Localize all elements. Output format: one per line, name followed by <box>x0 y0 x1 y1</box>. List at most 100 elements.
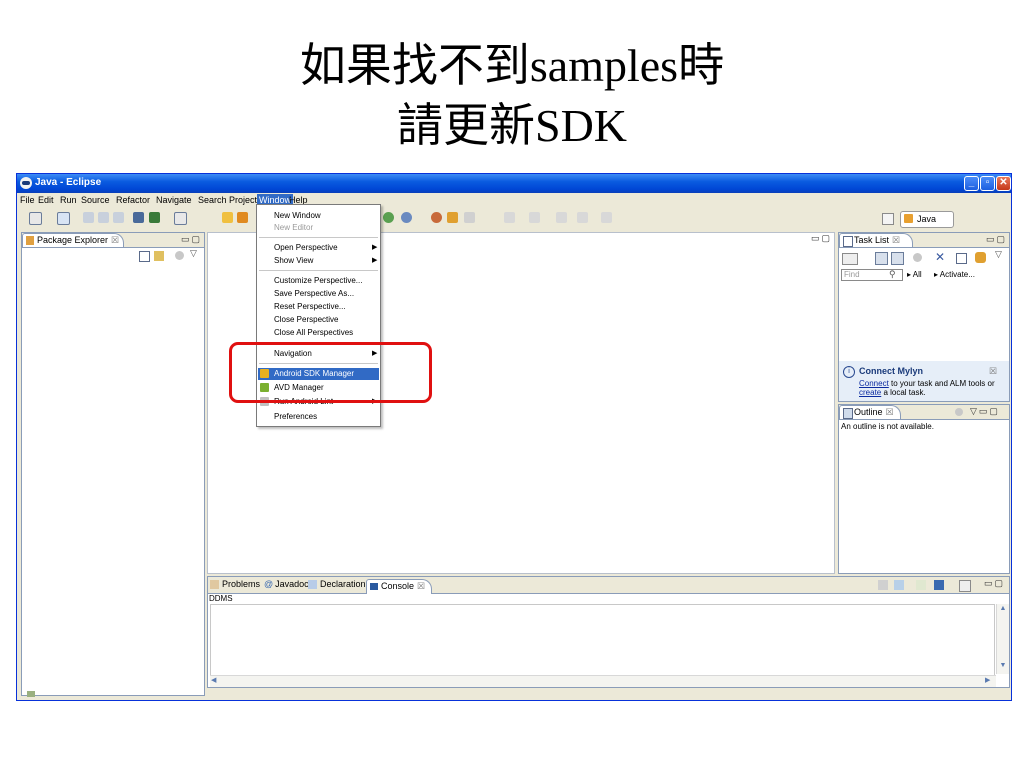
menu-item-customize-perspective[interactable]: Customize Perspective... <box>274 275 362 287</box>
java-perspective-icon <box>904 214 913 223</box>
run-icon[interactable] <box>383 212 394 223</box>
menu-item-close-all-perspectives[interactable]: Close All Perspectives <box>274 327 353 339</box>
new-task-icon[interactable] <box>842 253 858 265</box>
horizontal-scrollbar[interactable]: ◀ ▶ <box>210 675 996 687</box>
pin-console-icon[interactable] <box>916 580 926 590</box>
declaration-label: Declaration <box>320 579 366 589</box>
collapse-all-icon[interactable] <box>956 253 967 264</box>
back-icon[interactable] <box>556 212 567 223</box>
search-icon: ⚲ <box>889 269 896 279</box>
scroll-left-icon[interactable]: ◀ <box>211 676 216 684</box>
clear-console-icon[interactable] <box>878 580 888 590</box>
tab-package-explorer[interactable]: Package Explorer ☒ <box>22 233 124 247</box>
close-tab-icon[interactable]: ☒ <box>417 581 425 591</box>
search-toolbar-icon[interactable] <box>464 212 475 223</box>
open-task-icon[interactable] <box>447 212 458 223</box>
close-tab-icon[interactable]: ☒ <box>892 235 900 245</box>
annotation-icon[interactable] <box>504 212 515 223</box>
java-project-icon[interactable] <box>237 212 248 223</box>
menu-navigate[interactable]: Navigate <box>156 195 192 205</box>
history-icon[interactable] <box>601 212 612 223</box>
tab-task-list[interactable]: Task List ☒ <box>839 233 913 247</box>
menu-item-show-view[interactable]: Show View ▶ <box>274 255 377 267</box>
view-menu-icon[interactable] <box>175 251 184 260</box>
checkbox-icon[interactable] <box>174 212 187 225</box>
scheduled-icon[interactable] <box>891 252 904 265</box>
menu-item-save-perspective[interactable]: Save Perspective As... <box>274 288 354 300</box>
menu-item-new-editor[interactable]: New Editor <box>274 222 313 234</box>
menu-item-reset-perspective[interactable]: Reset Perspective... <box>274 301 346 313</box>
scroll-up-icon[interactable]: ▲ <box>998 605 1008 615</box>
collapse-all-icon[interactable] <box>139 251 150 262</box>
menu-search[interactable]: Search <box>198 195 227 205</box>
open-type-icon[interactable] <box>431 212 442 223</box>
forward-icon[interactable] <box>577 212 588 223</box>
declaration-icon <box>308 580 317 590</box>
create-link[interactable]: create <box>859 388 881 397</box>
new-icon[interactable] <box>29 212 42 225</box>
tab-javadoc[interactable]: @ Javadoc <box>264 579 309 589</box>
link-editor-icon[interactable] <box>154 251 164 261</box>
menu-run[interactable]: Run <box>60 195 77 205</box>
save-all-icon[interactable] <box>98 212 109 223</box>
print-icon[interactable] <box>113 212 124 223</box>
menu-file[interactable]: File <box>20 195 35 205</box>
close-tab-icon[interactable]: ☒ <box>886 407 894 417</box>
tab-problems[interactable]: Problems <box>210 579 260 590</box>
perspective-switcher[interactable]: Java <box>900 211 954 228</box>
tab-console[interactable]: Console ☒ <box>366 579 432 594</box>
view-min-max-icons[interactable]: ▭▢ <box>984 578 1005 589</box>
javadoc-label: Javadoc <box>275 579 309 589</box>
package-explorer-label: Package Explorer <box>37 235 109 245</box>
view-min-max-icons[interactable]: ▽▭▢ <box>970 406 1000 417</box>
menu-source[interactable]: Source <box>81 195 110 205</box>
new-wizard-icon[interactable] <box>57 212 70 225</box>
open-console-icon[interactable] <box>959 580 971 592</box>
editor-min-max-icons[interactable]: ▭▢ <box>811 233 832 244</box>
categorized-icon[interactable] <box>875 252 888 265</box>
maximize-button[interactable]: ▫ <box>980 176 995 191</box>
focus-icon[interactable] <box>913 253 922 262</box>
synchronize-icon[interactable] <box>975 252 986 263</box>
menu-edit[interactable]: Edit <box>38 195 54 205</box>
console-output[interactable] <box>210 604 995 676</box>
close-tab-icon[interactable]: ☒ <box>111 235 119 245</box>
scroll-down-icon[interactable]: ▼ <box>998 662 1008 672</box>
menu-item-new-window[interactable]: New Window <box>274 210 321 222</box>
task-list-icon <box>843 236 853 247</box>
sdk-manager-toolbar-icon[interactable] <box>133 212 144 223</box>
mylyn-text2: a local task. <box>881 388 926 397</box>
menu-item-open-perspective[interactable]: Open Perspective ▶ <box>274 242 377 254</box>
menu-item-preferences[interactable]: Preferences <box>274 411 317 423</box>
view-min-max-icons[interactable]: ▭▢ <box>986 234 1007 245</box>
minimize-button[interactable]: _ <box>964 176 979 191</box>
view-menu-icon[interactable] <box>955 408 963 416</box>
all-filter-link[interactable]: ▸ All <box>907 270 922 279</box>
chevron-down-icon[interactable]: ▽ <box>995 249 1002 260</box>
scroll-right-icon[interactable]: ▶ <box>985 676 990 684</box>
avd-manager-toolbar-icon[interactable] <box>149 212 160 223</box>
open-perspective-icon[interactable] <box>882 213 894 225</box>
close-button[interactable]: ✕ <box>996 176 1011 191</box>
menu-separator <box>259 237 378 238</box>
activate-link[interactable]: ▸ Activate... <box>934 270 975 279</box>
menu-project[interactable]: Project <box>229 195 257 205</box>
debug-icon[interactable] <box>401 212 412 223</box>
scroll-lock-icon[interactable] <box>894 580 904 590</box>
tab-outline[interactable]: Outline ☒ <box>839 405 901 419</box>
save-icon[interactable] <box>83 212 94 223</box>
display-console-icon[interactable] <box>934 580 944 590</box>
menu-refactor[interactable]: Refactor <box>116 195 150 205</box>
connect-link[interactable]: Connect <box>859 379 889 388</box>
window-titlebar[interactable]: Java - Eclipse _ ▫ ✕ <box>17 174 1011 193</box>
annotation2-icon[interactable] <box>529 212 540 223</box>
hide-completed-icon[interactable]: ✕ <box>935 250 945 264</box>
mylyn-close-icon[interactable]: ☒ <box>989 366 997 377</box>
view-min-max-icons[interactable]: ▭▢ <box>181 234 202 245</box>
chevron-down-icon[interactable]: ▽ <box>190 248 197 259</box>
open-folder-icon[interactable] <box>222 212 233 223</box>
menu-item-close-perspective[interactable]: Close Perspective <box>274 314 338 326</box>
vertical-scrollbar[interactable]: ▲ ▼ <box>996 604 1009 674</box>
tab-declaration[interactable]: Declaration <box>308 579 366 590</box>
fast-view-icon[interactable] <box>27 691 35 697</box>
